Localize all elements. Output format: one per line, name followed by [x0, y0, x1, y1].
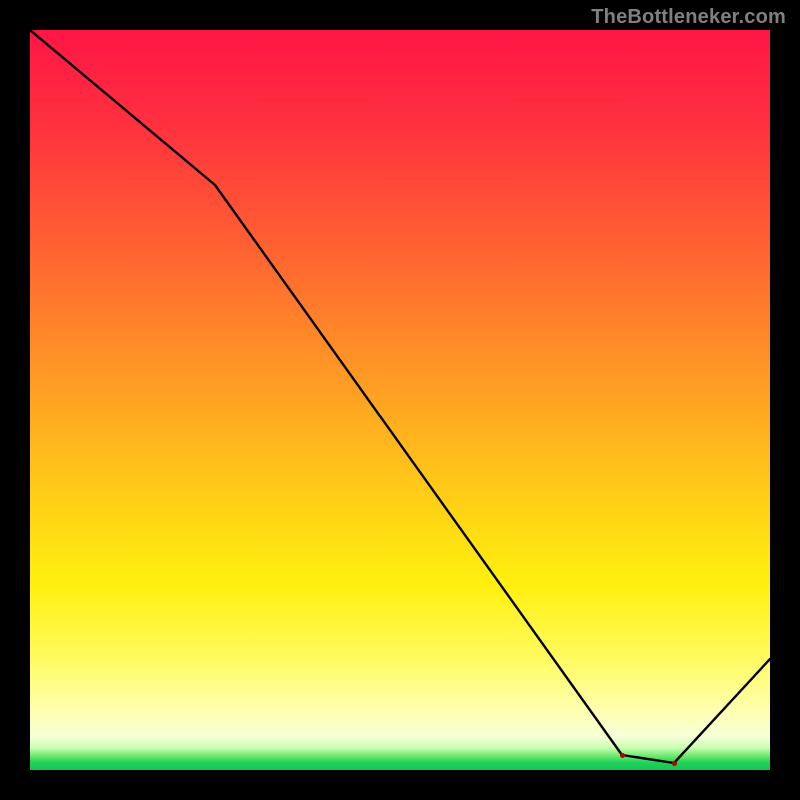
- chart-frame: TheBottleneker.com: [0, 0, 800, 800]
- plot-area: [30, 30, 770, 770]
- marker-dot-end: [672, 761, 677, 766]
- line-chart-svg: [30, 30, 770, 770]
- watermark-text: TheBottleneker.com: [591, 6, 786, 29]
- marker-dot-start: [620, 753, 625, 758]
- bottleneck-curve-line: [30, 30, 770, 763]
